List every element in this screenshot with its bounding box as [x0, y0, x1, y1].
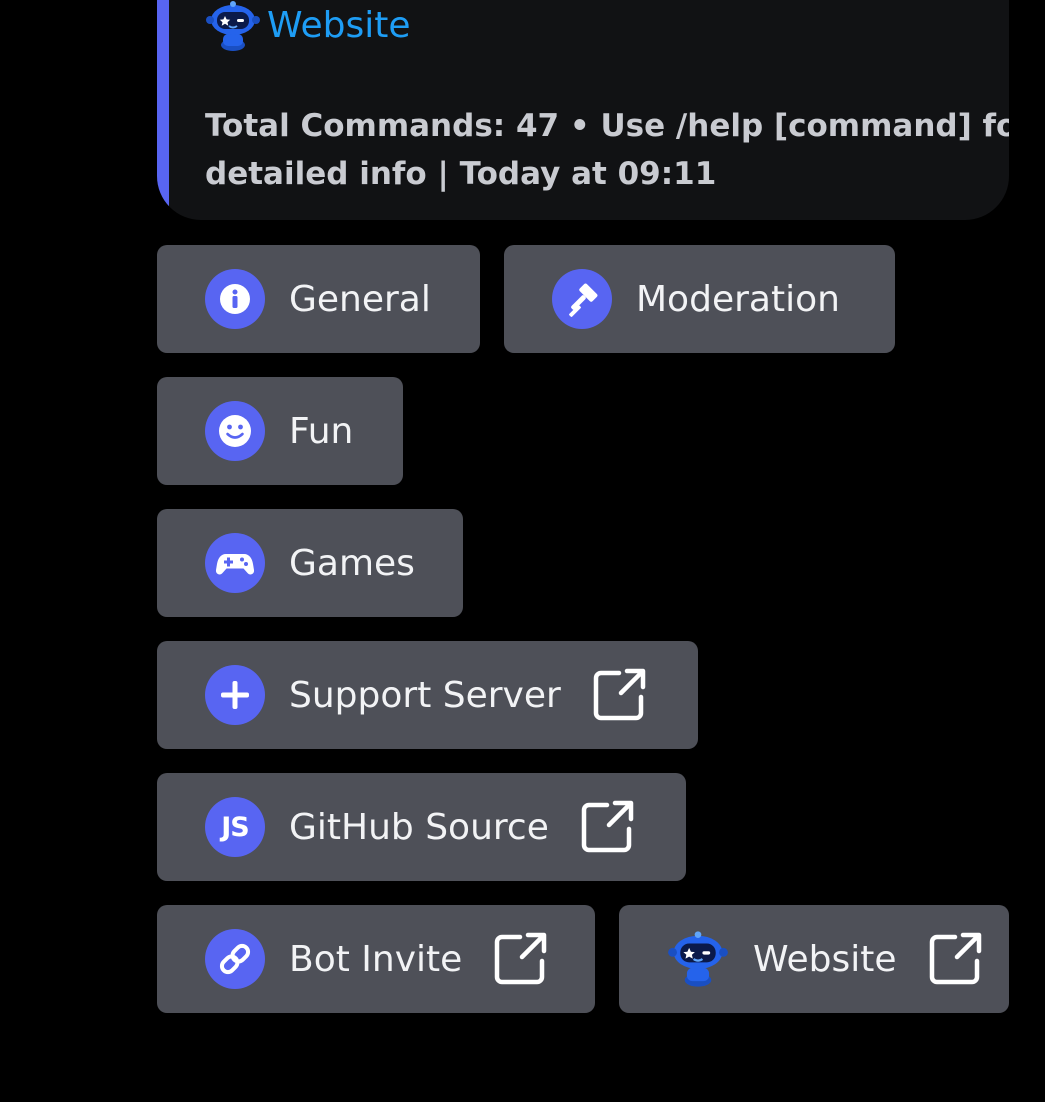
robot-mascot-icon: [206, 1, 260, 51]
info-icon: [205, 269, 265, 329]
embed-footer-line-2: detailed info | Today at 09:11: [205, 156, 717, 192]
help-embed: Website Total Commands: 47 • Use /help […: [157, 0, 1009, 220]
hammer-icon: [552, 269, 612, 329]
general-button[interactable]: General: [157, 245, 480, 353]
general-label: General: [289, 278, 431, 320]
gamepad-icon: [205, 533, 265, 593]
js-icon-text: JS: [221, 811, 249, 843]
js-icon: JS: [205, 797, 265, 857]
support-server-label: Support Server: [289, 674, 561, 716]
bot-invite-button[interactable]: Bot Invite: [157, 905, 595, 1013]
website-label: Website: [753, 938, 897, 980]
bot-invite-label: Bot Invite: [289, 938, 463, 980]
plus-icon: [205, 665, 265, 725]
support-server-button[interactable]: Support Server: [157, 641, 698, 749]
games-label: Games: [289, 542, 415, 584]
embed-footer: Total Commands: 47 • Use /help [command]…: [205, 102, 1009, 198]
external-link-icon: [581, 800, 634, 853]
moderation-button[interactable]: Moderation: [504, 245, 895, 353]
github-source-label: GitHub Source: [289, 806, 549, 848]
external-link-icon: [929, 932, 981, 985]
embed-website-link[interactable]: Website: [205, 0, 411, 52]
smiley-icon: [205, 401, 265, 461]
moderation-label: Moderation: [636, 278, 840, 320]
external-link-icon: [593, 668, 646, 721]
embed-footer-line-1: Total Commands: 47 • Use /help [command]…: [205, 108, 1009, 144]
link-icon: [205, 929, 265, 989]
fun-button[interactable]: Fun: [157, 377, 403, 485]
message-container: Website Total Commands: 47 • Use /help […: [0, 0, 1045, 1102]
external-link-icon: [495, 932, 547, 985]
robot-mascot-icon: [668, 931, 728, 987]
games-button[interactable]: Games: [157, 509, 463, 617]
embed-accent-bar: [157, 0, 169, 220]
website-button[interactable]: Website: [619, 905, 1009, 1013]
github-source-button[interactable]: JS GitHub Source: [157, 773, 686, 881]
fun-label: Fun: [289, 410, 354, 452]
embed-link-label[interactable]: Website: [267, 0, 411, 52]
